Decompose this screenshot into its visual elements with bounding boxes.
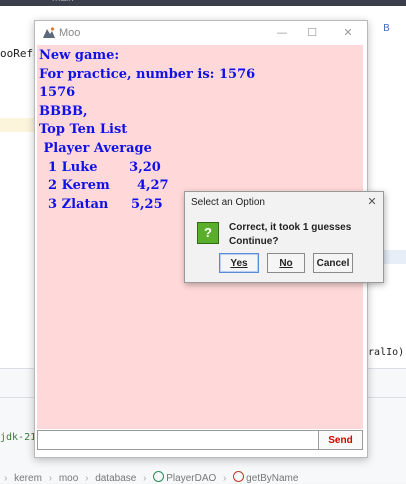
breadcrumb-item[interactable]: PlayerDAO [166, 473, 216, 484]
breadcrumb-sep: › [85, 473, 89, 484]
breadcrumb-item[interactable]: getByName [246, 473, 298, 484]
output-line: For practice, number is: 1576 [39, 67, 256, 82]
question-icon: ? [197, 222, 219, 244]
ide-right-tab-fragment[interactable]: B [383, 23, 390, 34]
minimize-button[interactable]: — [271, 24, 293, 42]
method-icon [233, 471, 245, 482]
breadcrumb-sep: › [4, 473, 8, 484]
no-button[interactable]: No [267, 253, 305, 273]
ide-top-tab[interactable]: main [52, 0, 74, 4]
output-line: 2 Kerem 4,27 [39, 178, 169, 193]
output-line: New game: [39, 48, 120, 63]
output-line: 3 Zlatan 5,25 [39, 197, 163, 212]
window-title: Moo [59, 27, 81, 39]
dialog-message: Correct, it took 1 guesses [229, 222, 352, 233]
dialog-close-button[interactable]: ✕ [365, 195, 379, 209]
breadcrumb-sep: › [223, 473, 227, 484]
output-line: 1 Luke 3,20 [39, 160, 161, 175]
breadcrumb-sep: › [143, 473, 147, 484]
dialog-title: Select an Option [191, 197, 265, 208]
class-icon [153, 471, 165, 482]
option-dialog: Select an Option ✕ ? Correct, it took 1 … [184, 191, 384, 283]
output-line: BBBB, [39, 104, 88, 119]
ide-breadcrumb: › kerem › moo › database › PlayerDAO › g… [0, 471, 298, 484]
output-line: 1576 [39, 85, 76, 100]
output-line: Top Ten List [39, 122, 128, 137]
dialog-question: Continue? [229, 236, 279, 247]
input-row: Send [37, 429, 363, 453]
breadcrumb-item[interactable]: kerem [14, 473, 42, 484]
breadcrumb-item[interactable]: moo [59, 473, 78, 484]
yes-button[interactable]: Yes [219, 253, 259, 273]
guess-input[interactable] [37, 430, 319, 450]
moo-title-bar[interactable]: Moo — ☐ ✕ [35, 21, 367, 45]
send-button[interactable]: Send [318, 430, 363, 450]
breadcrumb-item[interactable]: database [95, 473, 136, 484]
java-app-icon [42, 26, 56, 39]
breadcrumb-sep: › [48, 473, 53, 484]
maximize-button[interactable]: ☐ [301, 24, 323, 42]
ide-line-highlight [0, 118, 34, 132]
close-button[interactable]: ✕ [337, 24, 359, 42]
output-line: Player Average [39, 141, 152, 156]
cancel-button[interactable]: Cancel [313, 253, 353, 273]
